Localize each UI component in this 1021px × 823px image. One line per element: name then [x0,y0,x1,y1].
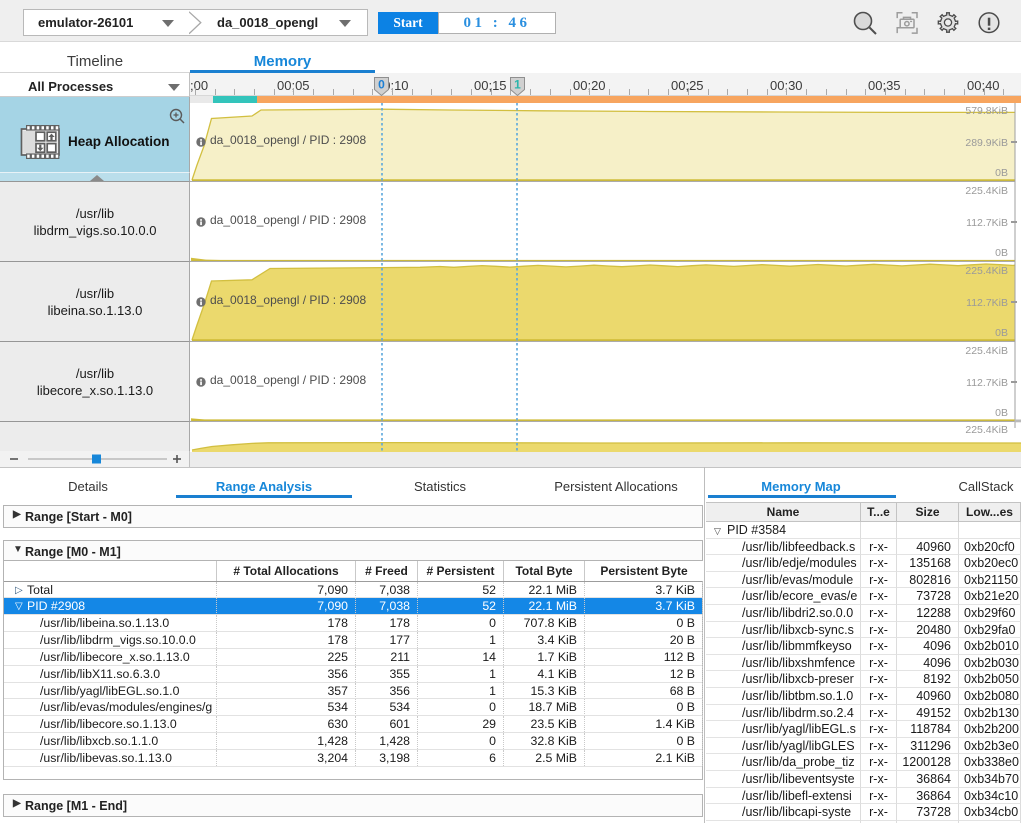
svg-text:0: 0 [378,78,385,92]
svg-text:1: 1 [514,78,521,92]
